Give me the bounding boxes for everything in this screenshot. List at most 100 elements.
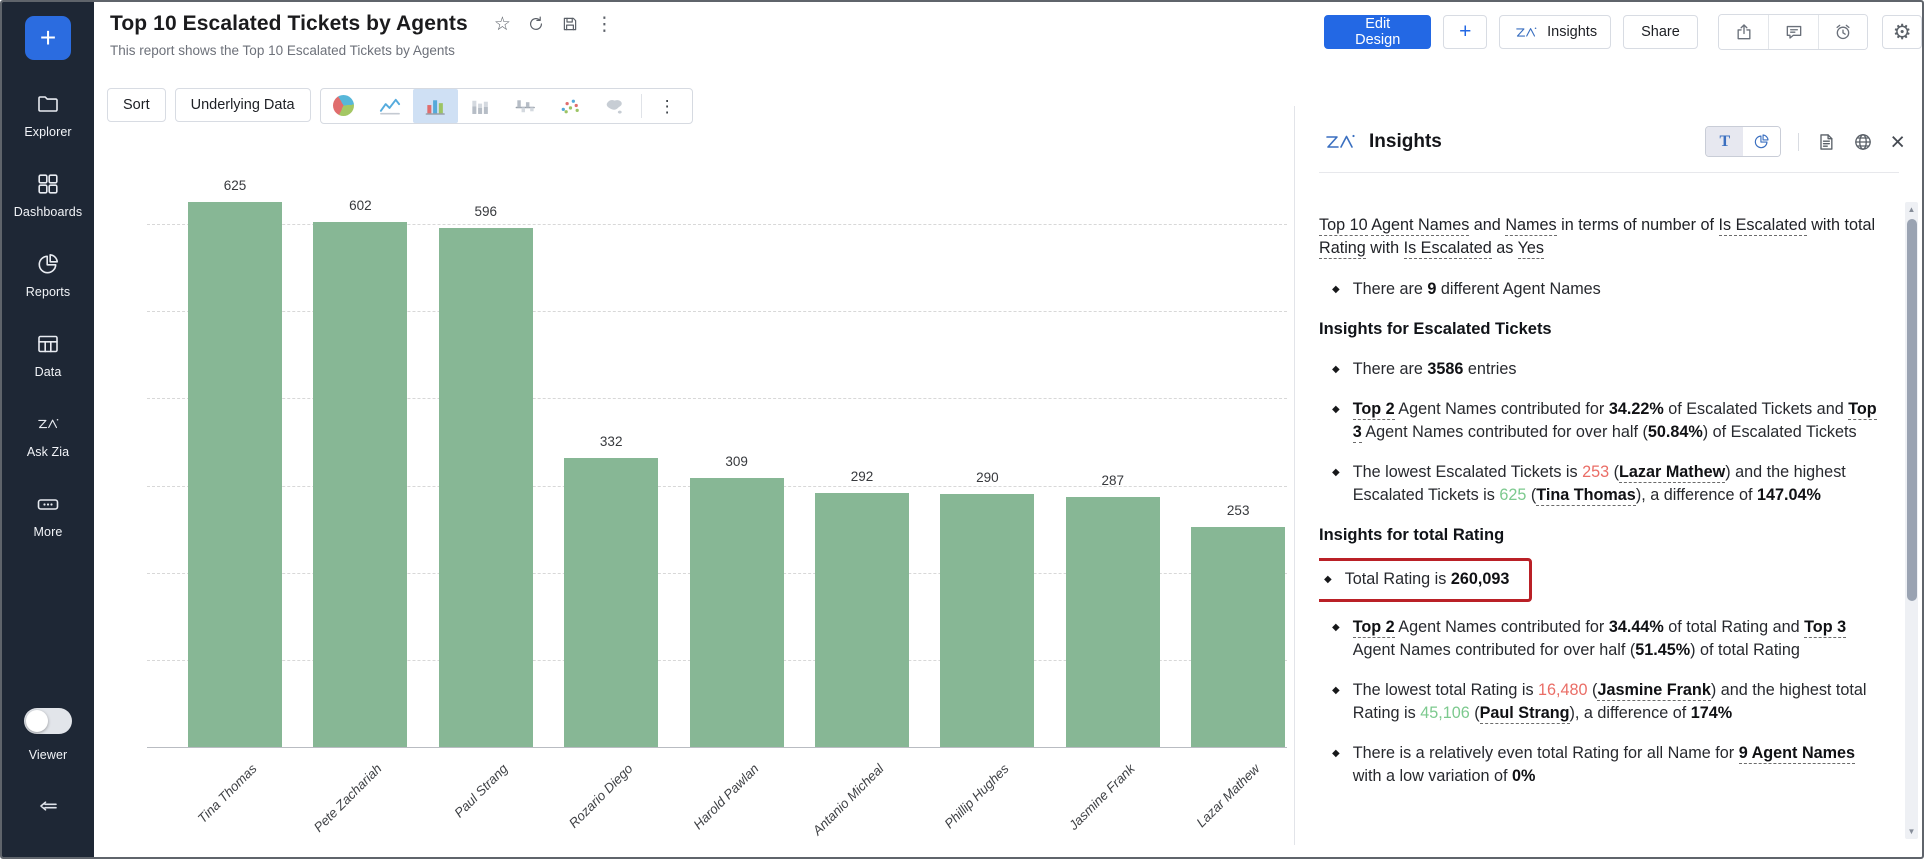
bar-value-label: 309 (677, 454, 797, 469)
insights-section-heading: Insights for total Rating (1319, 524, 1877, 547)
zia-insights-button[interactable]: Insights (1499, 15, 1611, 49)
zia-logo-icon (1513, 24, 1539, 41)
text-view-button[interactable]: T (1706, 127, 1743, 156)
insight-link[interactable]: Paul Strang (1480, 704, 1570, 724)
edit-design-button[interactable]: Edit Design (1324, 15, 1431, 49)
sidebar-item-reports[interactable]: Reports (2, 252, 94, 299)
bar-value-label: 625 (175, 178, 295, 193)
insight-bullet: ◆Top 2 Agent Names contributed for 34.22… (1319, 398, 1877, 444)
collapse-sidebar-icon (36, 794, 60, 818)
insight-link[interactable]: Jasmine Frank (1597, 681, 1710, 701)
sort-button[interactable]: Sort (107, 88, 166, 122)
insight-link[interactable]: Top 2 (1353, 618, 1395, 638)
sidebar-item-more[interactable]: More (2, 492, 94, 539)
insights-panel: Insights T × Top 10 Agent Names and Name… (1294, 106, 1924, 845)
underlying-data-button[interactable]: Underlying Data (175, 88, 311, 122)
grid-icon (36, 172, 60, 196)
create-new-button[interactable]: + (25, 16, 71, 60)
insight-link[interactable]: Tina Thomas (1536, 486, 1636, 506)
language-globe-icon[interactable] (1853, 132, 1873, 152)
export-button[interactable] (1719, 15, 1768, 49)
x-axis-label: Paul Strang (380, 761, 511, 859)
report-header: Top 10 Escalated Tickets by Agents ☆⋮ (110, 12, 614, 36)
insight-link[interactable]: Names (1505, 216, 1556, 236)
insight-text: There are (1353, 280, 1428, 298)
bar-phillip-hughes[interactable] (940, 494, 1034, 747)
bar-chart-button[interactable] (413, 89, 458, 123)
share-button[interactable]: Share (1623, 15, 1698, 49)
bullet-diamond-icon: ◆ (1332, 278, 1340, 301)
bar-antanio-micheal[interactable] (815, 493, 909, 748)
insight-link[interactable]: Is Escalated (1404, 239, 1492, 259)
scroll-down-icon[interactable]: ▼ (1905, 827, 1918, 836)
stacked-bar-button[interactable] (458, 89, 503, 123)
insight-text: ( (1588, 681, 1598, 699)
sidebar-item-label: Data (2, 365, 94, 379)
bullet-diamond-icon: ◆ (1332, 742, 1340, 788)
insight-link[interactable]: Yes (1518, 239, 1544, 259)
insight-link[interactable]: Top 2 (1353, 400, 1395, 420)
insight-link[interactable]: Top 3 (1804, 618, 1846, 638)
insight-link[interactable]: Top 10 (1319, 216, 1368, 236)
bar-tina-thomas[interactable] (188, 202, 282, 747)
pie-chart-icon (1753, 133, 1770, 150)
insight-bullet: ◆The lowest total Rating is 16,480 (Jasm… (1319, 679, 1877, 725)
x-axis-label: Phillip Hughes (881, 761, 1012, 859)
bar-value-label: 332 (551, 434, 671, 449)
bar-value-label: 292 (802, 469, 922, 484)
line-chart-button[interactable] (368, 89, 413, 123)
bar-lazar-mathew[interactable] (1191, 527, 1285, 748)
bullet-diamond-icon: ◆ (1332, 679, 1340, 725)
close-panel-button[interactable]: × (1890, 132, 1905, 152)
bar-harold-pawlan[interactable] (690, 478, 784, 747)
insight-bullet: ◆Top 2 Agent Names contributed for 34.44… (1319, 616, 1877, 662)
ellipsis-box-icon (36, 492, 60, 516)
bar-value-label: 290 (927, 470, 1047, 485)
insight-text: Agent Names contributed for (1395, 400, 1609, 418)
add-button[interactable]: + (1443, 15, 1487, 49)
sidebar-item-ask-zia[interactable]: Ask Zia (2, 412, 94, 459)
insight-link[interactable]: Is Escalated (1719, 216, 1807, 236)
star-icon[interactable]: ☆ (494, 15, 511, 34)
pie-chart-button[interactable] (323, 89, 368, 123)
scrollbar-thumb[interactable] (1907, 219, 1917, 601)
viewer-toggle[interactable] (24, 708, 72, 734)
refresh-icon[interactable] (527, 15, 545, 33)
bar-pete-zachariah[interactable] (313, 222, 407, 747)
settings-button[interactable]: ⚙ (1882, 15, 1922, 49)
chart-view-button[interactable] (1743, 127, 1780, 156)
insight-text: ) of Escalated Tickets (1703, 423, 1857, 441)
insight-text: The lowest Escalated Tickets is (1353, 463, 1582, 481)
sidebar-item-data[interactable]: Data (2, 332, 94, 379)
insight-text: Agent Names contributed for over half ( (1353, 641, 1636, 659)
insight-link[interactable]: Rating (1319, 239, 1366, 259)
bar-paul-strang[interactable] (439, 228, 533, 747)
report-doc-icon[interactable] (1816, 132, 1836, 152)
alarm-button[interactable] (1818, 15, 1868, 49)
chart-options-kebab-button[interactable]: ⋮ (645, 89, 690, 123)
insight-text: 147.04% (1757, 486, 1821, 504)
x-axis-label: Jasmine Frank (1007, 761, 1138, 859)
highlight-box: ◆Total Rating is 260,093 (1319, 558, 1532, 602)
panel-scrollbar[interactable]: ▲ ▼ (1905, 202, 1918, 839)
bar-rozario-diego[interactable] (564, 458, 658, 747)
kebab-icon[interactable]: ⋮ (595, 15, 614, 34)
bar-chart: 625Tina Thomas602Pete Zachariah596Paul S… (147, 137, 1287, 748)
insights-panel-title: Insights (1369, 131, 1442, 153)
top-action-bar: Edit Design + Insights Share ⚙ (1324, 15, 1922, 49)
insight-text: 34.44% (1609, 618, 1664, 636)
save-icon[interactable] (561, 15, 579, 33)
collapse-sidebar-button[interactable] (2, 794, 94, 823)
scroll-up-icon[interactable]: ▲ (1905, 205, 1918, 214)
insight-link[interactable]: Agent Names (1371, 216, 1469, 236)
bar-jasmine-frank[interactable] (1066, 497, 1160, 747)
sidebar-item-dashboards[interactable]: Dashboards (2, 172, 94, 219)
comment-button[interactable] (1768, 15, 1818, 49)
bullet-diamond-icon: ◆ (1332, 616, 1340, 662)
scatter-plot-button[interactable] (548, 89, 593, 123)
grouped-bar-button[interactable] (503, 89, 548, 123)
insight-link[interactable]: 9 Agent Names (1739, 744, 1855, 764)
sidebar-item-explorer[interactable]: Explorer (2, 92, 94, 139)
map-chart-button[interactable] (593, 89, 638, 123)
insight-link[interactable]: Lazar Mathew (1619, 463, 1725, 483)
